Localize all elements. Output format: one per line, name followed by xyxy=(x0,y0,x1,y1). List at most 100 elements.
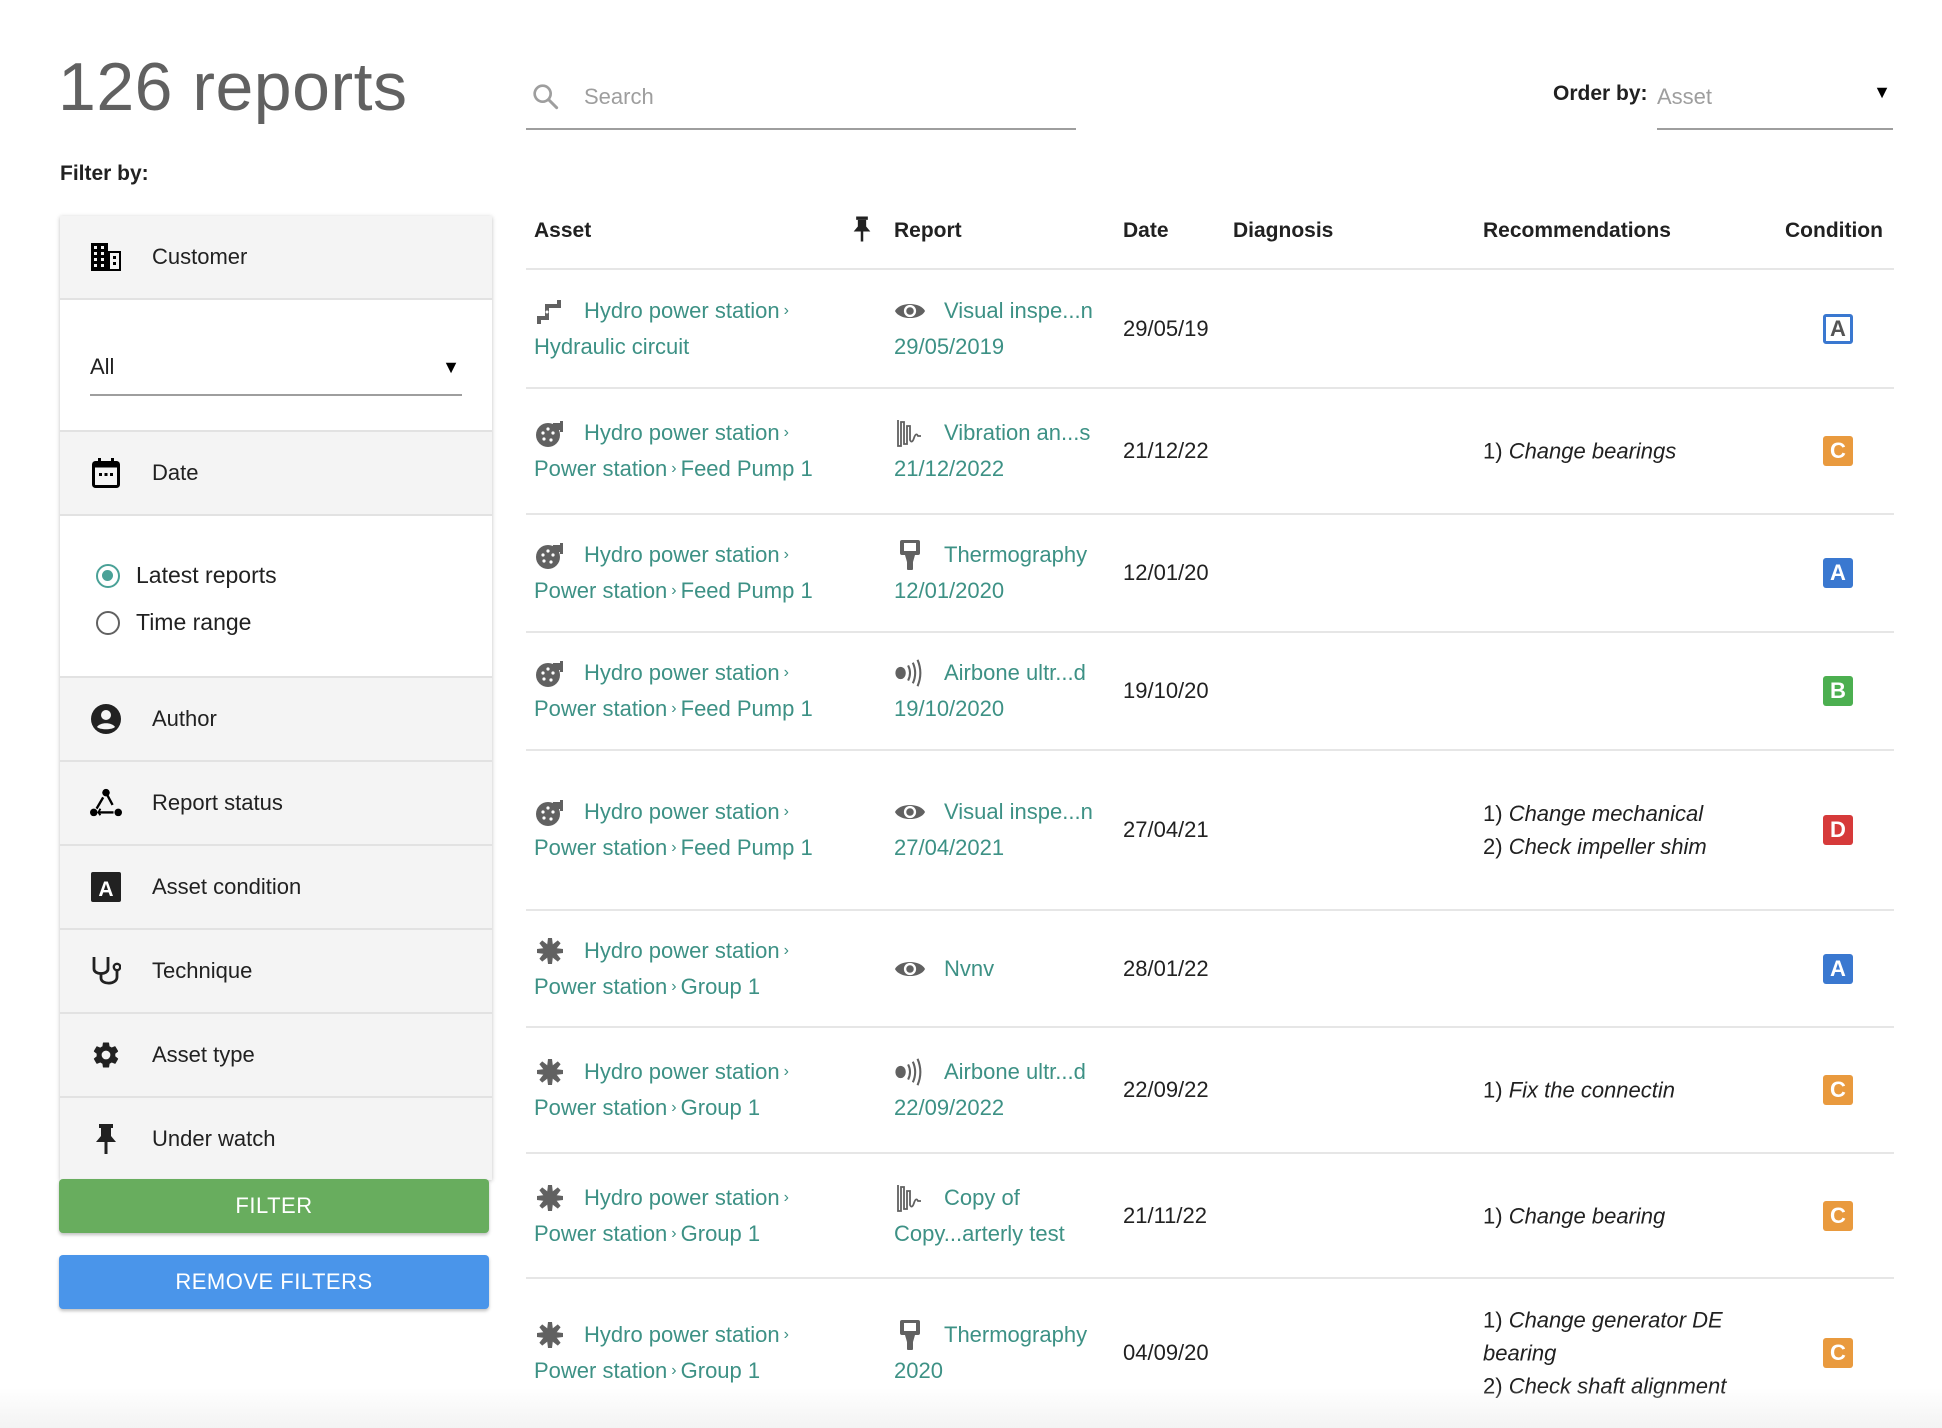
table-row[interactable]: Hydro power station › Power station › Fe… xyxy=(526,515,1894,633)
asset-path: Power station › Group 1 xyxy=(534,1090,864,1126)
recommendation-text: Change mechanical xyxy=(1508,801,1704,826)
report-title-link[interactable]: Airbone ultr...d xyxy=(944,655,1086,691)
customer-select[interactable]: All ▼ xyxy=(90,340,462,396)
breadcrumb-separator: › xyxy=(783,941,789,959)
report-date-link[interactable]: 19/10/2020 xyxy=(894,691,1004,727)
report-date-link[interactable]: 12/01/2020 xyxy=(894,573,1004,609)
asset-path-link[interactable]: Power station xyxy=(534,451,667,487)
radio-time-range[interactable]: Time range xyxy=(96,599,492,646)
breadcrumb-separator: › xyxy=(783,803,789,820)
radio-button[interactable] xyxy=(96,610,120,635)
column-header-asset[interactable]: Asset xyxy=(534,219,591,243)
asset-path-link[interactable]: Power station xyxy=(534,1353,667,1389)
date-cell: 29/05/19 xyxy=(1123,315,1209,341)
filter-date-label: Date xyxy=(152,460,199,485)
asset-path-link[interactable]: Power station xyxy=(534,691,667,727)
report-title-link[interactable]: Airbone ultr...d xyxy=(944,1054,1086,1090)
report-date-link[interactable]: 2020 xyxy=(894,1353,943,1389)
asset-path-link[interactable]: Power station xyxy=(534,969,667,1005)
table-row[interactable]: Hydro power station › Power station › Gr… xyxy=(526,911,1894,1028)
report-title-link[interactable]: Thermography xyxy=(944,1317,1087,1353)
date-cell: 04/09/20 xyxy=(1123,1340,1209,1365)
condition-cell: C xyxy=(1823,1338,1853,1368)
filter-button[interactable]: FILTER xyxy=(59,1179,489,1233)
date-cell: 21/11/22 xyxy=(1123,1202,1208,1228)
table-row[interactable]: Hydro power station › Power station › Gr… xyxy=(526,1154,1894,1279)
report-cell: Visual inspe...n 27/04/2021 xyxy=(894,794,1104,866)
order-by-select[interactable]: Asset ▼ xyxy=(1657,66,1893,130)
report-title-link[interactable]: Thermography xyxy=(944,537,1087,573)
report-date-link[interactable]: 22/09/2022 xyxy=(894,1090,1004,1126)
column-header-condition[interactable]: Condition xyxy=(1785,219,1883,243)
asset-parent-link[interactable]: Hydro power station xyxy=(584,293,780,329)
filter-customer-header[interactable]: Customer xyxy=(60,216,492,298)
asset-link[interactable]: Feed Pump 1 xyxy=(681,830,813,866)
asset-cell: Hydro power station › Power station › Gr… xyxy=(534,933,864,1005)
report-date-link[interactable]: 29/05/2019 xyxy=(894,329,1004,365)
column-header-date[interactable]: Date xyxy=(1123,219,1169,243)
recommendations-cell: 1) Change mechanical 2) Check impeller sh… xyxy=(1483,797,1753,863)
table-row[interactable]: Hydro power station › Power station › Fe… xyxy=(526,633,1894,751)
table-row[interactable]: Hydro power station › Power station › Gr… xyxy=(526,1279,1894,1428)
asset-path-link[interactable]: Power station xyxy=(534,1216,667,1252)
breadcrumb-separator: › xyxy=(671,1362,677,1379)
asset-path-link[interactable]: Power station xyxy=(534,830,667,866)
report-title-link[interactable]: Vibration an...s xyxy=(944,415,1090,451)
asset-parent-link[interactable]: Hydro power station xyxy=(584,794,780,830)
search-field[interactable] xyxy=(526,66,1076,130)
asset-link[interactable]: Feed Pump 1 xyxy=(681,573,813,609)
report-title-link[interactable]: Visual inspe...n xyxy=(944,293,1093,329)
filter-technique-header[interactable]: Technique xyxy=(60,930,492,1012)
filter-asset-condition-header[interactable]: A Asset condition xyxy=(60,846,492,928)
asset-link[interactable]: Feed Pump 1 xyxy=(681,451,813,487)
asset-path-link[interactable]: Power station xyxy=(534,573,667,609)
gear-icon xyxy=(90,1039,122,1071)
condition-badge: C xyxy=(1823,1200,1853,1231)
asset-parent-link[interactable]: Hydro power station xyxy=(584,933,780,969)
pin-icon[interactable] xyxy=(852,215,872,249)
column-header-diagnosis[interactable]: Diagnosis xyxy=(1233,219,1333,243)
table-row[interactable]: Hydro power station › Power station › Fe… xyxy=(526,389,1894,515)
table-row[interactable]: Hydro power station › Power station › Fe… xyxy=(526,751,1894,911)
asset-parent-link[interactable]: Hydro power station xyxy=(584,1180,780,1216)
asset-parent-link[interactable]: Hydro power station xyxy=(584,537,780,573)
table-row[interactable]: Hydro power station › Hydraulic circuit … xyxy=(526,270,1894,389)
asset-parent-link[interactable]: Hydro power station xyxy=(584,1054,780,1090)
column-header-report[interactable]: Report xyxy=(894,219,962,243)
report-date-link[interactable]: 27/04/2021 xyxy=(894,830,1004,866)
asset-link[interactable]: Group 1 xyxy=(681,1216,761,1252)
column-header-recommendations[interactable]: Recommendations xyxy=(1483,219,1671,243)
filter-customer: Customer xyxy=(60,216,492,300)
filter-report-status-header[interactable]: Report status xyxy=(60,762,492,844)
asset-path-link[interactable]: Power station xyxy=(534,1090,667,1126)
filter-under-watch-header[interactable]: Under watch xyxy=(60,1098,492,1180)
asset-parent-link[interactable]: Hydro power station xyxy=(584,415,780,451)
table-row[interactable]: Hydro power station › Power station › Gr… xyxy=(526,1028,1894,1154)
filter-author-header[interactable]: Author xyxy=(60,678,492,760)
table-body: Hydro power station › Hydraulic circuit … xyxy=(526,270,1894,1428)
report-title-link[interactable]: Nvnv xyxy=(944,951,994,987)
filter-by-label: Filter by: xyxy=(60,162,149,185)
report-cell: Airbone ultr...d 22/09/2022 xyxy=(894,1054,1104,1126)
asset-link[interactable]: Group 1 xyxy=(681,1090,761,1126)
asset-link[interactable]: Group 1 xyxy=(681,1353,761,1389)
filter-technique-label: Technique xyxy=(152,958,253,983)
condition-badge: A xyxy=(1823,953,1853,984)
report-date-link[interactable]: 21/12/2022 xyxy=(894,451,1004,487)
report-title-link[interactable]: Visual inspe...n xyxy=(944,794,1093,830)
radio-latest-reports[interactable]: Latest reports xyxy=(96,552,492,599)
asset-path-link[interactable]: Hydraulic circuit xyxy=(534,329,689,365)
asset-link[interactable]: Feed Pump 1 xyxy=(681,691,813,727)
remove-filters-button[interactable]: REMOVE FILTERS xyxy=(59,1255,489,1309)
search-input[interactable] xyxy=(584,84,1054,110)
report-title-link[interactable]: Copy of xyxy=(944,1180,1020,1216)
filter-asset-type-header[interactable]: Asset type xyxy=(60,1014,492,1096)
radio-button-checked[interactable] xyxy=(96,563,120,588)
asset-parent-link[interactable]: Hydro power station xyxy=(584,655,780,691)
filter-date-header[interactable]: Date xyxy=(60,432,492,514)
asset-link[interactable]: Group 1 xyxy=(681,969,761,1005)
recommendation-number: 1) xyxy=(1483,438,1509,464)
pipe-icon xyxy=(534,295,566,327)
asset-parent-link[interactable]: Hydro power station xyxy=(584,1317,780,1353)
report-date-link[interactable]: Copy...arterly test xyxy=(894,1216,1065,1252)
